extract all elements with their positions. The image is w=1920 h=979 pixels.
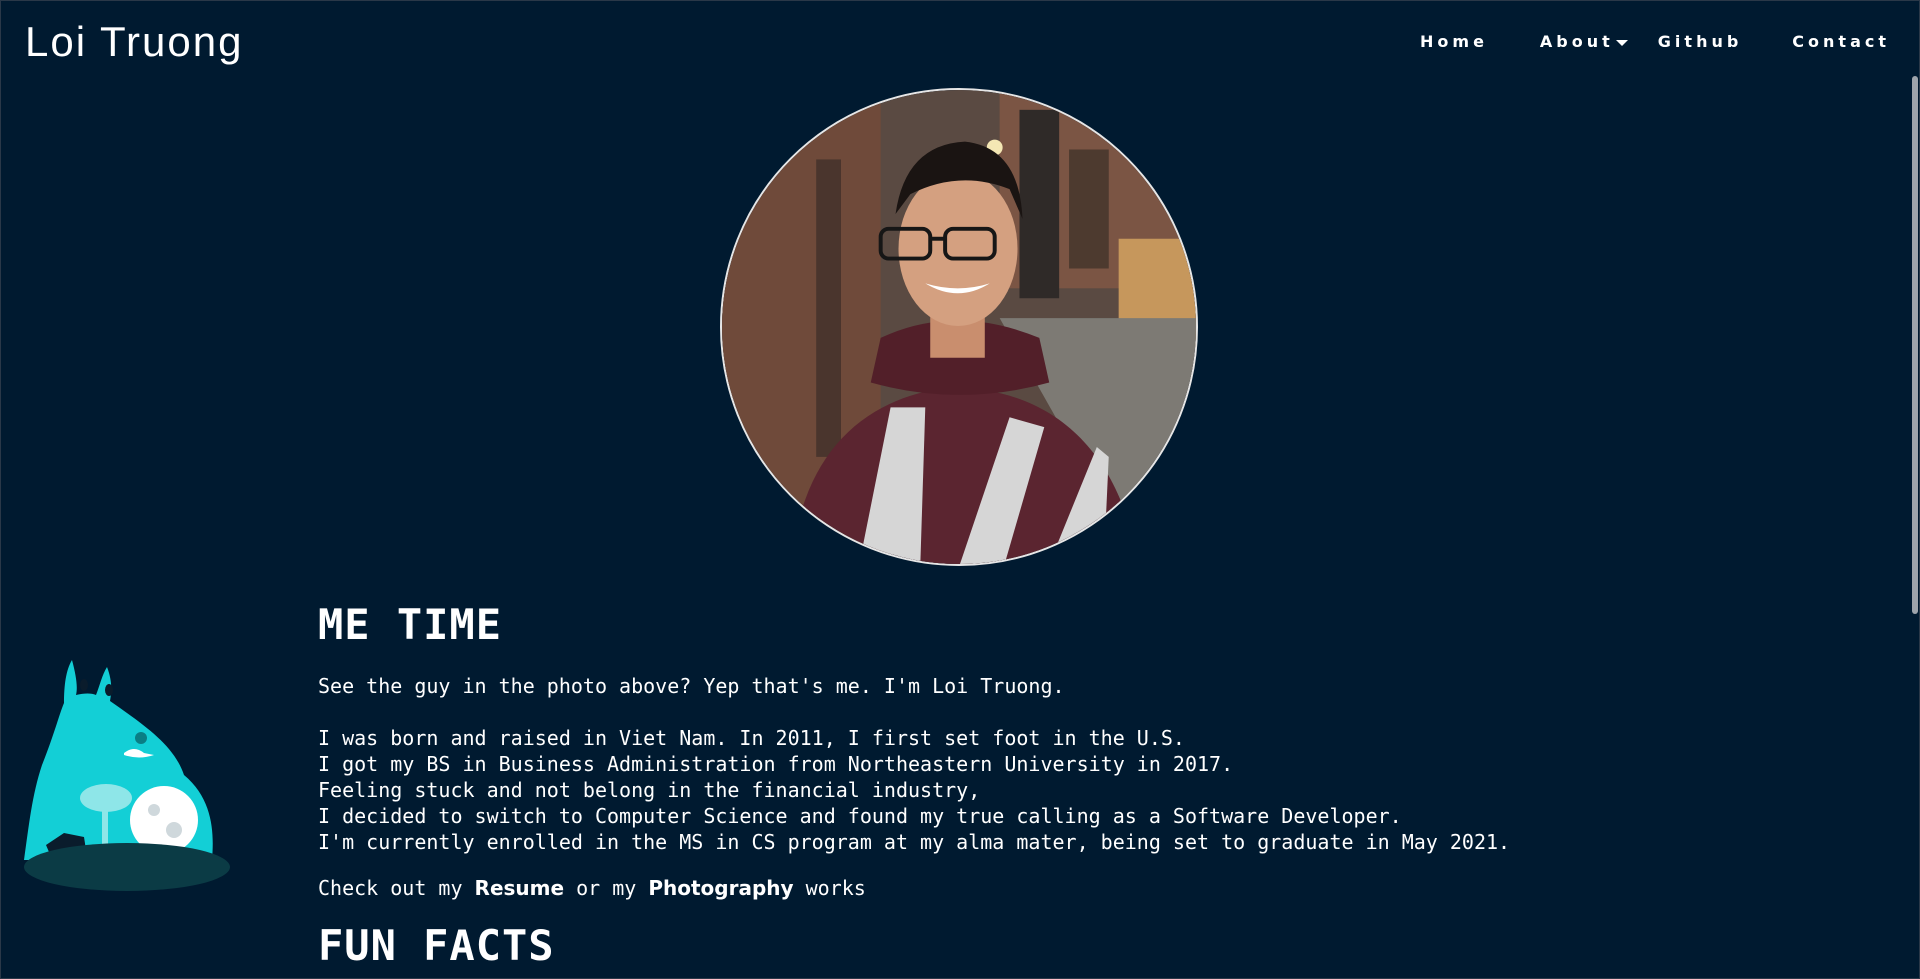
nav-github[interactable]: Github: [1658, 32, 1743, 51]
photography-link[interactable]: Photography: [648, 876, 793, 900]
resume-link[interactable]: Resume: [475, 876, 565, 900]
section-title-me-time: ME TIME: [318, 600, 503, 649]
links-suffix: works: [793, 876, 866, 900]
main-nav: Home About Github Contact: [1420, 32, 1890, 51]
nav-home[interactable]: Home: [1420, 32, 1488, 51]
totoro-illustration: [24, 660, 230, 891]
chevron-down-icon: [1615, 39, 1628, 46]
bio-text: I was born and raised in Viet Nam. In 20…: [318, 725, 1598, 855]
site-brand[interactable]: Loi Truong: [25, 18, 243, 66]
profile-photo: [720, 88, 1198, 566]
section-title-fun-facts: FUN FACTS: [318, 921, 555, 970]
links-middle: or my: [564, 876, 649, 900]
bio-line: I'm currently enrolled in the MS in CS p…: [318, 830, 1511, 854]
bio-line: I decided to switch to Computer Science …: [318, 804, 1402, 828]
about-content: ME TIME See the guy in the photo above? …: [318, 600, 1598, 970]
scrollbar[interactable]: [1912, 76, 1918, 614]
nav-about[interactable]: About: [1540, 32, 1628, 51]
nav-contact[interactable]: Contact: [1792, 32, 1890, 51]
links-prefix: Check out my: [318, 876, 475, 900]
links-text: Check out my Resume or my Photography wo…: [318, 875, 1598, 901]
nav-about-label: About: [1539, 32, 1614, 51]
bio-line: Feeling stuck and not belong in the fina…: [318, 778, 981, 802]
bio-line: I was born and raised in Viet Nam. In 20…: [318, 726, 1185, 750]
intro-text: See the guy in the photo above? Yep that…: [318, 674, 1065, 698]
bio-line: I got my BS in Business Administration f…: [318, 752, 1234, 776]
